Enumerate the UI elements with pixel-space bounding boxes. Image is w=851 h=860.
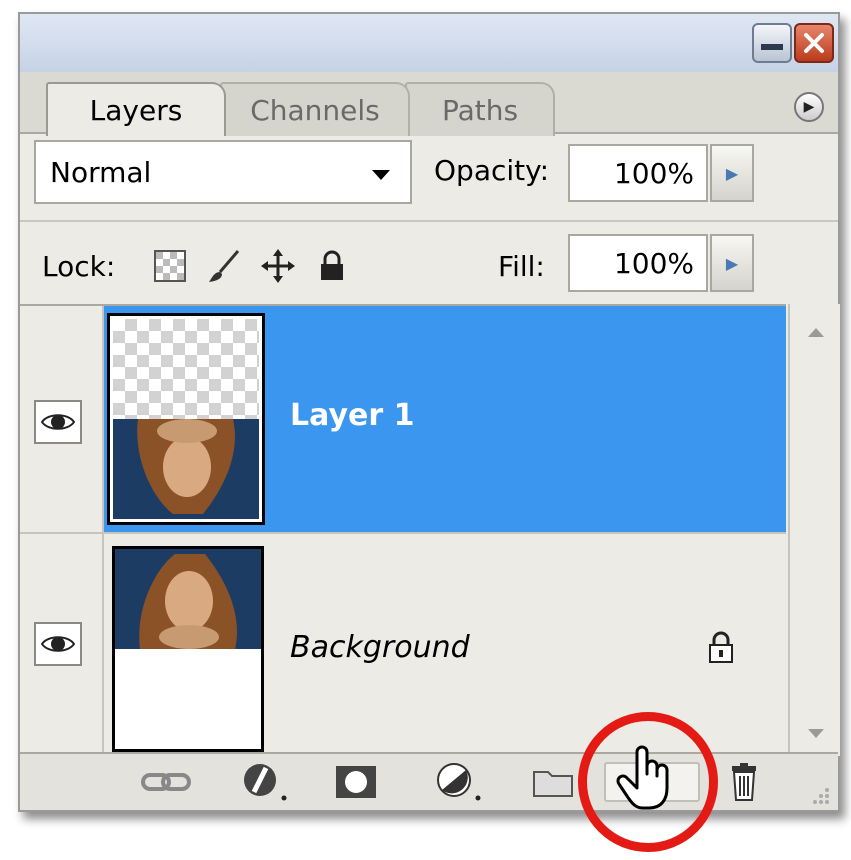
fill-slider-button[interactable]: ▶ xyxy=(710,234,754,292)
lock-transparent-button[interactable] xyxy=(152,248,188,284)
play-triangle-icon: ▶ xyxy=(725,163,739,183)
background-thumbnail xyxy=(112,546,264,752)
eye-icon xyxy=(40,414,76,430)
play-triangle-icon: ▶ xyxy=(725,253,739,273)
adjustment-layer-icon xyxy=(437,763,481,801)
minimize-icon xyxy=(761,44,783,50)
blend-mode-value: Normal xyxy=(50,155,152,189)
lock-image-button[interactable] xyxy=(206,248,242,284)
chevron-down-icon xyxy=(372,170,390,180)
tab-layers[interactable]: Layers xyxy=(46,82,226,136)
add-layer-mask-button[interactable] xyxy=(332,762,380,802)
layers-panel: Paths Channels Layers ▶ Normal Opacity: … xyxy=(18,12,840,812)
delete-layer-button[interactable] xyxy=(724,762,764,802)
layer-row-background[interactable]: Background xyxy=(20,534,786,758)
lock-all-button[interactable] xyxy=(314,248,350,284)
layer-style-button[interactable] xyxy=(238,762,294,802)
link-layers-icon xyxy=(141,773,191,791)
link-layers-button[interactable] xyxy=(138,762,194,802)
layer-row-layer-1[interactable]: Layer 1 xyxy=(20,306,786,534)
adjustment-layer-button[interactable] xyxy=(432,762,488,802)
divider xyxy=(20,220,838,222)
visibility-cell xyxy=(20,306,104,532)
visibility-cell xyxy=(20,534,104,758)
resize-grip[interactable] xyxy=(804,774,834,814)
panel-menu-button[interactable]: ▶ xyxy=(794,92,824,122)
new-group-button[interactable] xyxy=(530,762,576,802)
lock-position-icon xyxy=(261,249,295,283)
layers-scrollbar[interactable] xyxy=(788,304,840,756)
layers-list: Layer 1 Background xyxy=(20,304,786,758)
layer-name[interactable]: Layer 1 xyxy=(290,398,414,433)
photo-flipped-image xyxy=(113,419,259,519)
play-triangle-icon: ▶ xyxy=(803,99,815,115)
bottom-toolbar xyxy=(20,752,838,810)
hand-cursor-icon xyxy=(616,745,669,810)
lock-label: Lock: xyxy=(42,250,116,283)
visibility-toggle[interactable] xyxy=(34,400,82,444)
layer-mask-icon xyxy=(336,766,376,798)
blend-mode-select[interactable]: Normal xyxy=(34,140,412,204)
resize-grip-icon xyxy=(813,788,829,804)
lock-transparent-icon xyxy=(154,250,186,282)
tab-channels[interactable]: Channels xyxy=(220,82,410,136)
tab-paths[interactable]: Paths xyxy=(405,82,555,136)
scroll-up-icon[interactable] xyxy=(808,328,824,337)
opacity-label: Opacity: xyxy=(434,154,550,187)
lock-position-button[interactable] xyxy=(260,248,296,284)
tab-strip: Paths Channels Layers ▶ xyxy=(20,72,838,136)
close-icon xyxy=(804,33,824,53)
fill-label: Fill: xyxy=(498,250,545,283)
scroll-down-icon[interactable] xyxy=(808,729,824,738)
opacity-slider-button[interactable]: ▶ xyxy=(710,144,754,202)
delete-layer-icon xyxy=(732,763,756,801)
photo-image xyxy=(115,549,261,649)
minimize-button[interactable] xyxy=(752,23,792,63)
visibility-toggle[interactable] xyxy=(34,622,82,666)
lock-icon xyxy=(706,630,736,664)
layer-1-thumbnail xyxy=(107,313,265,525)
lock-image-icon xyxy=(209,250,240,282)
layer-name[interactable]: Background xyxy=(290,630,470,665)
new-group-icon xyxy=(533,771,573,797)
opacity-field[interactable]: 100% xyxy=(568,144,708,202)
eye-icon xyxy=(40,636,76,652)
fill-field[interactable]: 100% xyxy=(568,234,708,292)
close-button[interactable] xyxy=(794,23,834,63)
transparency-checker xyxy=(113,319,259,419)
panel-titlebar[interactable] xyxy=(20,14,838,72)
lock-all-icon xyxy=(321,250,343,280)
layer-style-icon xyxy=(244,764,287,801)
